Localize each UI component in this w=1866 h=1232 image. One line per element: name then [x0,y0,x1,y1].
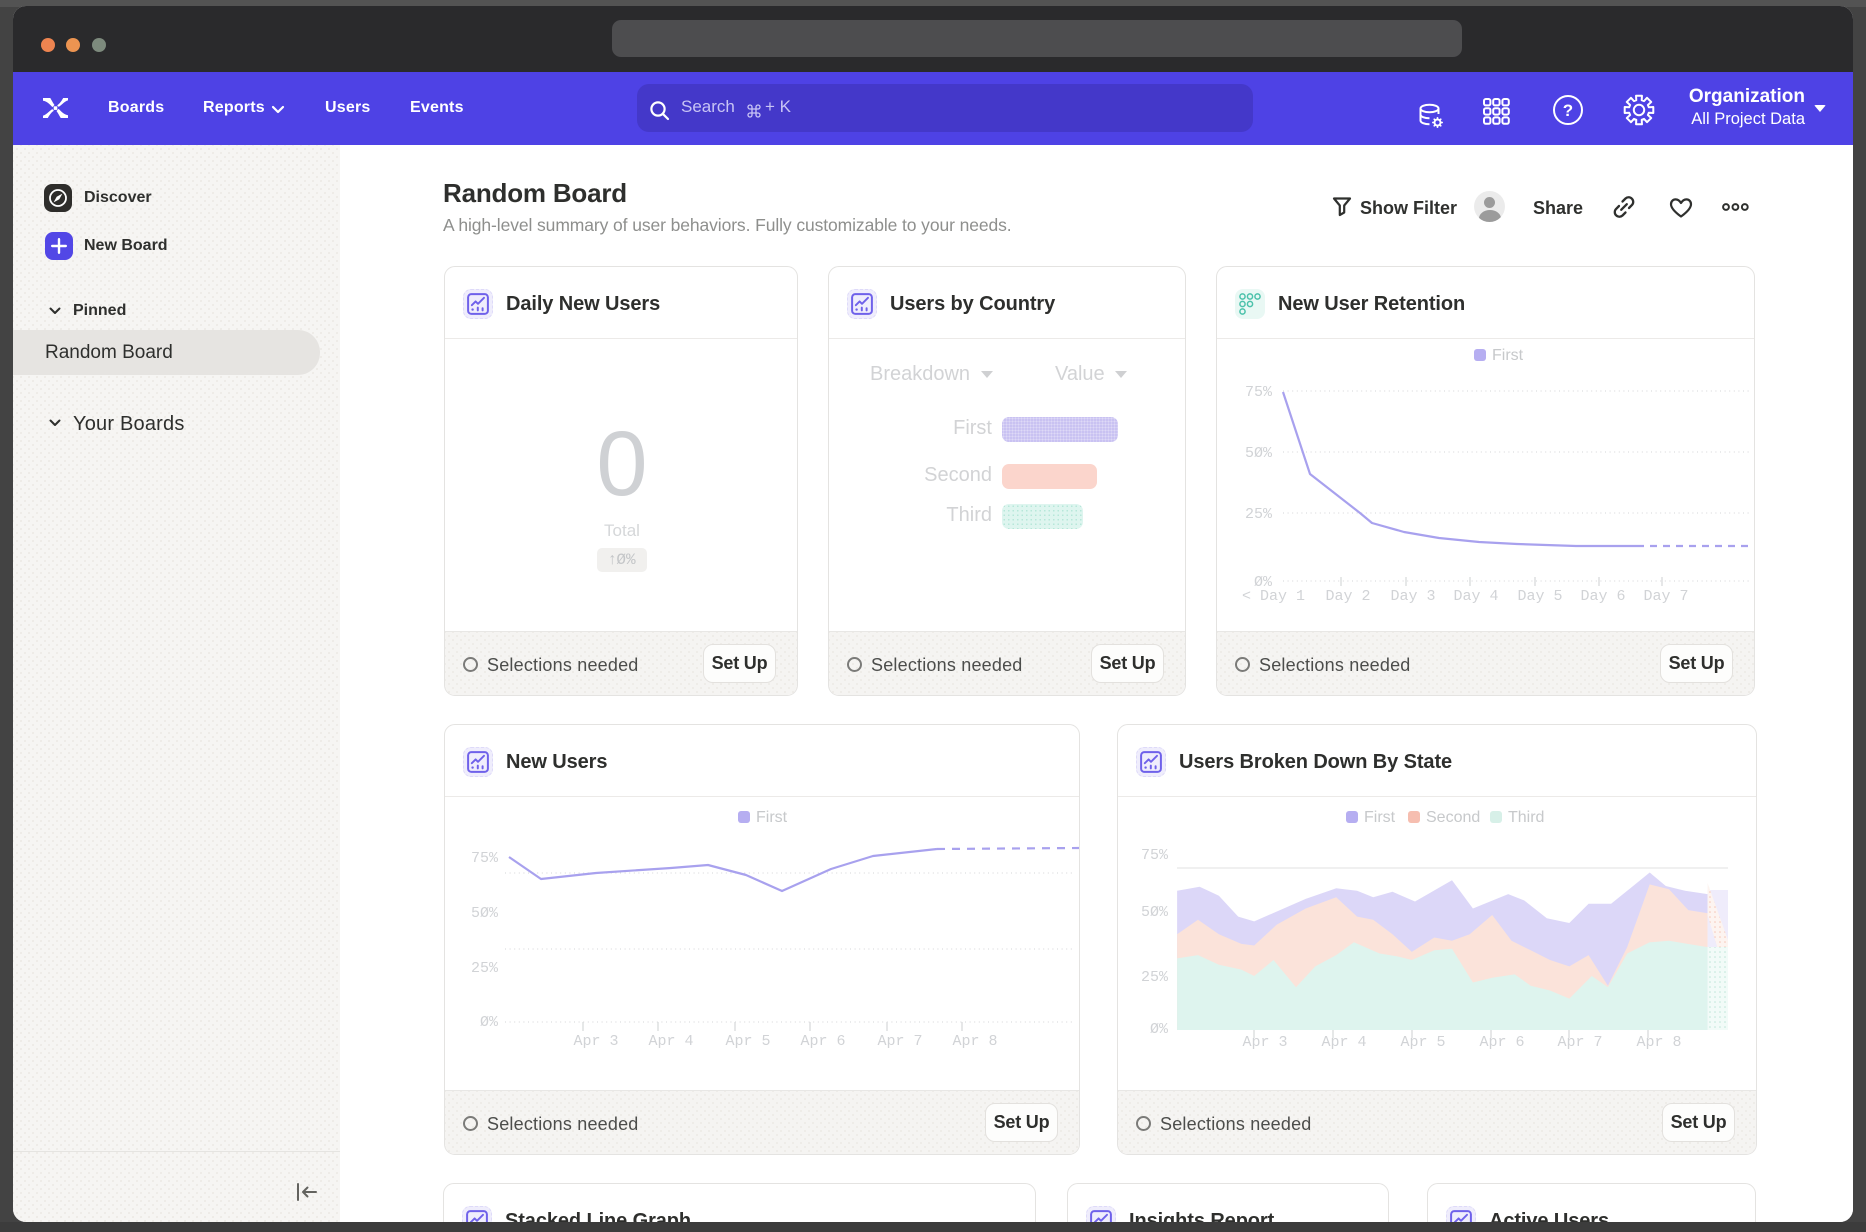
svg-text:75%: 75% [1245,384,1273,401]
svg-text:Second: Second [1426,809,1480,826]
svg-text:Day 4: Day 4 [1453,588,1498,605]
svg-text:First: First [1364,809,1396,826]
svg-text:5Ø%: 5Ø% [471,905,499,922]
svg-text:Day 5: Day 5 [1517,588,1562,605]
svg-text:25%: 25% [1245,506,1273,523]
svg-text:75%: 75% [1141,847,1169,864]
svg-text:Apr 6: Apr 6 [1479,1034,1524,1051]
svg-text:First: First [756,809,788,826]
svg-text:Ø%: Ø% [480,1014,499,1031]
svg-text:5Ø%: 5Ø% [1245,445,1273,462]
svg-text:< Day 1: < Day 1 [1242,588,1305,605]
svg-text:Ø%: Ø% [1150,1021,1169,1038]
svg-text:Apr 3: Apr 3 [573,1033,618,1050]
svg-text:5Ø%: 5Ø% [1141,904,1169,921]
svg-text:Day 7: Day 7 [1643,588,1688,605]
svg-text:Apr 5: Apr 5 [1400,1034,1445,1051]
svg-text:Day 3: Day 3 [1390,588,1435,605]
svg-text:First: First [1492,347,1524,364]
svg-text:Apr 3: Apr 3 [1242,1034,1287,1051]
svg-text:25%: 25% [1141,969,1169,986]
svg-text:Apr 4: Apr 4 [1321,1034,1366,1051]
svg-text:Apr 7: Apr 7 [1557,1034,1602,1051]
svg-text:75%: 75% [471,850,499,867]
svg-text:Apr 8: Apr 8 [952,1033,997,1050]
svg-text:Apr 8: Apr 8 [1636,1034,1681,1051]
svg-text:Apr 5: Apr 5 [725,1033,770,1050]
svg-text:25%: 25% [471,960,499,977]
svg-text:Day 6: Day 6 [1580,588,1625,605]
svg-text:Apr 7: Apr 7 [877,1033,922,1050]
svg-text:Apr 6: Apr 6 [800,1033,845,1050]
svg-text:Day 2: Day 2 [1325,588,1370,605]
svg-text:Third: Third [1508,809,1544,826]
svg-text:Apr 4: Apr 4 [648,1033,693,1050]
svg-text:?: ? [1563,101,1573,120]
